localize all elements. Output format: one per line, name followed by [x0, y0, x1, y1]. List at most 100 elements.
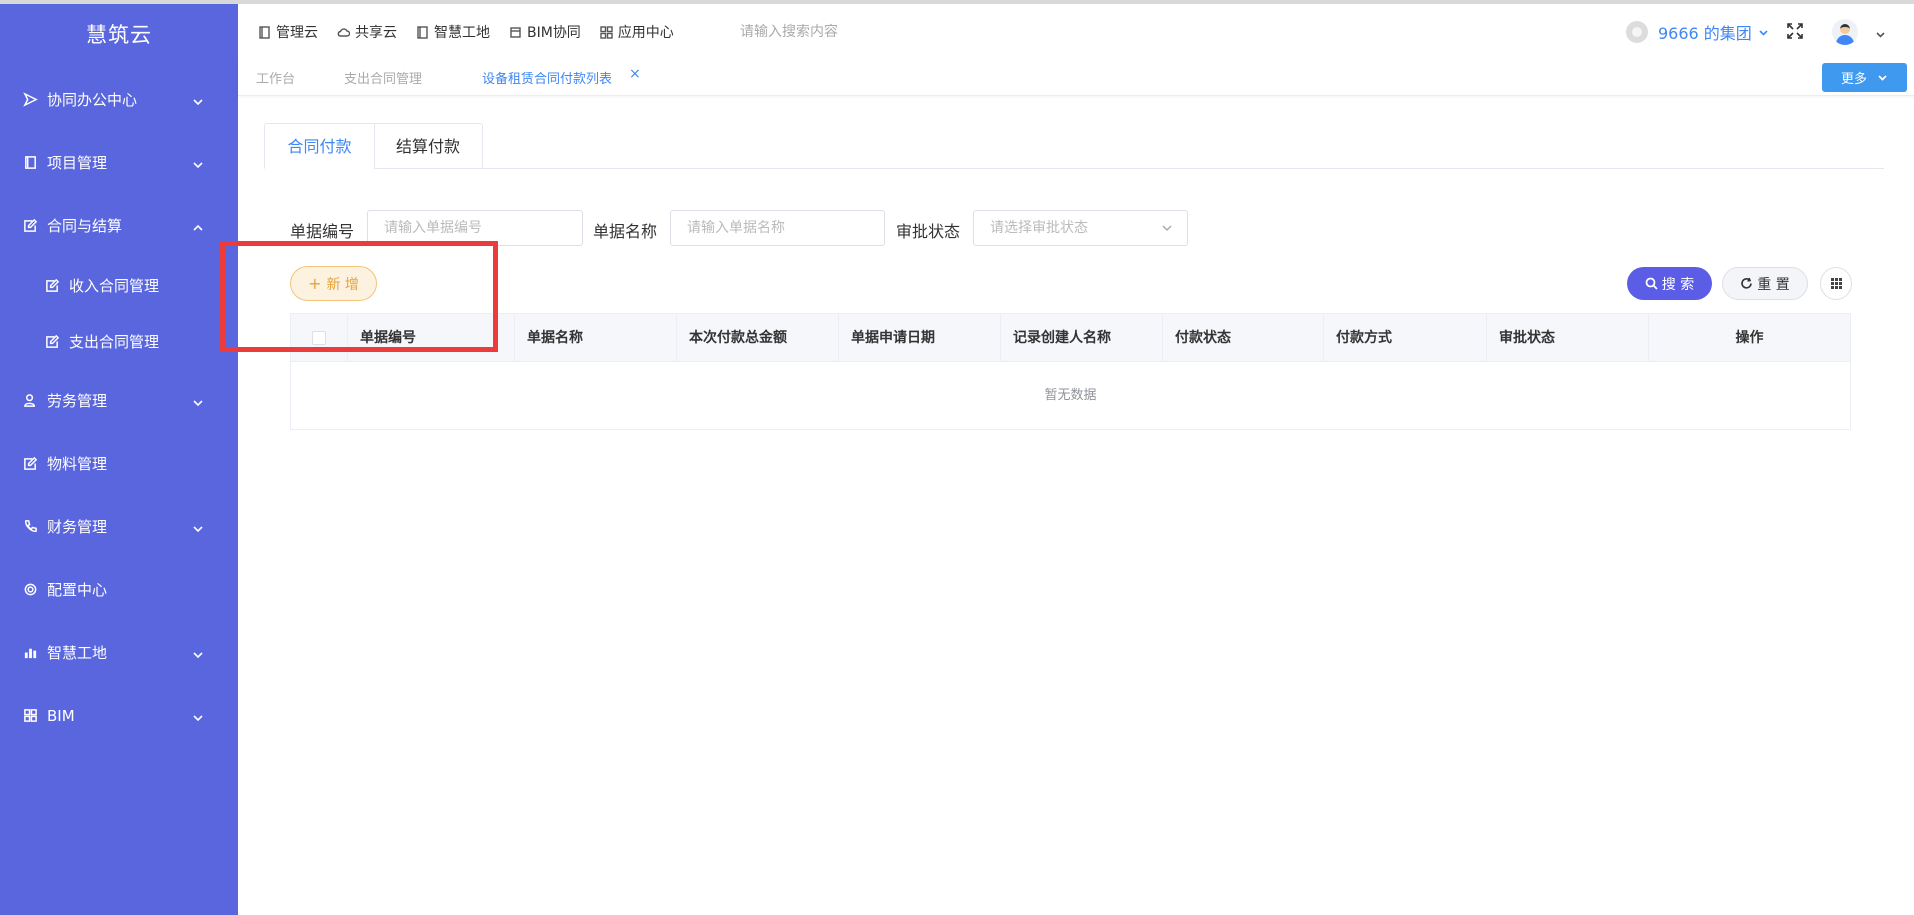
chevron-down-icon — [1759, 29, 1768, 36]
sidebar: 慧筑云 协同办公中心 项目管理 合同与结算 收入合同管理 支出合同管理 劳务管理 — [0, 4, 238, 915]
chevron-down-icon — [192, 521, 204, 533]
chevron-up-icon — [192, 220, 204, 232]
column-header-payment-amount[interactable]: 本次付款总金额 — [677, 314, 839, 362]
search-button[interactable]: 搜 索 — [1627, 267, 1712, 300]
tag-expense-contract[interactable]: 支出合同管理 — [344, 68, 422, 87]
sidebar-item-label: 物料管理 — [47, 455, 108, 473]
sidebar-item-label: 财务管理 — [47, 518, 108, 536]
sidebar-item-label: 协同办公中心 — [47, 91, 138, 109]
phone-icon — [22, 519, 38, 535]
filter-label-doc-number: 单据编号 — [290, 222, 355, 241]
top-nav: 管理云 共享云 智慧工地 BIM协同 应用中心 — [258, 4, 693, 60]
sidebar-nav: 协同办公中心 项目管理 合同与结算 收入合同管理 支出合同管理 劳务管理 物料管… — [0, 68, 238, 747]
send-icon — [22, 92, 38, 108]
grid-icon — [22, 708, 38, 724]
user-avatar[interactable] — [1832, 19, 1858, 45]
search-icon — [1645, 277, 1658, 290]
column-header-doc-name[interactable]: 单据名称 — [515, 314, 677, 362]
search-button-label: 搜 索 — [1661, 276, 1695, 293]
tags-view-bar: 工作台 支出合同管理 设备租赁合同付款列表 × 更多 — [238, 60, 1914, 96]
filter-label-approval-status: 审批状态 — [896, 222, 961, 241]
table-header-select — [291, 314, 348, 362]
doc-name-input[interactable] — [670, 210, 885, 246]
chevron-down-icon — [192, 395, 204, 407]
top-header: 管理云 共享云 智慧工地 BIM协同 应用中心 9666 的集团 — [238, 4, 1914, 60]
sidebar-item-income-contract[interactable]: 收入合同管理 — [0, 257, 238, 313]
sidebar-item-smart-site[interactable]: 智慧工地 — [0, 621, 238, 684]
org-switcher[interactable]: 9666 的集团 — [1626, 20, 1769, 44]
tag-equipment-lease-payment[interactable]: 设备租赁合同付款列表 — [482, 68, 612, 87]
topnav-management-cloud[interactable]: 管理云 — [258, 22, 318, 42]
tab-settlement-payment[interactable]: 结算付款 — [374, 123, 483, 169]
sidebar-item-label: BIM — [47, 706, 75, 725]
column-header-approval-status[interactable]: 审批状态 — [1487, 314, 1649, 362]
box-icon — [510, 26, 521, 38]
close-icon[interactable]: × — [629, 66, 641, 82]
topnav-shared-cloud[interactable]: 共享云 — [337, 22, 397, 42]
sidebar-item-label: 合同与结算 — [47, 217, 123, 235]
column-header-apply-date[interactable]: 单据申请日期 — [839, 314, 1001, 362]
grid-icon — [600, 25, 613, 39]
global-search-input[interactable] — [740, 20, 960, 44]
sidebar-item-label: 配置中心 — [47, 581, 108, 599]
avatar-head — [1840, 24, 1850, 34]
payment-table: 单据编号 单据名称 本次付款总金额 单据申请日期 记录创建人名称 付款状态 付款… — [290, 313, 1851, 430]
column-settings-button[interactable] — [1820, 267, 1852, 300]
topnav-bim-collab[interactable]: BIM协同 — [509, 22, 581, 42]
column-header-doc-number[interactable]: 单据编号 — [348, 314, 515, 362]
topnav-label: 智慧工地 — [434, 25, 490, 41]
sidebar-item-contract-settlement[interactable]: 合同与结算 — [0, 194, 238, 257]
column-header-payment-status[interactable]: 付款状态 — [1163, 314, 1324, 362]
more-button[interactable]: 更多 — [1822, 63, 1907, 92]
bar-chart-icon — [22, 645, 38, 661]
sidebar-item-label: 智慧工地 — [47, 644, 108, 662]
chevron-down-icon[interactable] — [1875, 28, 1886, 39]
topnav-label: 管理云 — [276, 25, 318, 41]
sidebar-item-config-center[interactable]: 配置中心 — [0, 558, 238, 621]
plus-icon: + — [308, 274, 322, 293]
add-button[interactable]: + 新 增 — [290, 266, 377, 301]
edit-icon — [22, 456, 38, 472]
column-header-creator[interactable]: 记录创建人名称 — [1001, 314, 1163, 362]
reset-button-label: 重 置 — [1757, 276, 1790, 293]
reset-button[interactable]: 重 置 — [1722, 267, 1808, 300]
sidebar-item-bim[interactable]: BIM — [0, 684, 238, 747]
sidebar-item-label: 项目管理 — [47, 154, 108, 172]
grid-icon — [1830, 278, 1842, 289]
document-icon — [417, 25, 428, 39]
document-icon — [259, 25, 270, 39]
worker-icon — [22, 393, 38, 409]
approval-status-select[interactable] — [973, 210, 1188, 246]
avatar-body — [1836, 35, 1854, 45]
chevron-down-icon — [192, 157, 204, 169]
sidebar-item-collab-office[interactable]: 协同办公中心 — [0, 68, 238, 131]
payment-tabs: 合同付款 结算付款 — [264, 123, 1884, 169]
sidebar-item-label: 收入合同管理 — [69, 276, 160, 295]
more-button-label: 更多 — [1840, 72, 1867, 87]
topnav-smart-site[interactable]: 智慧工地 — [416, 22, 490, 42]
column-header-payment-method[interactable]: 付款方式 — [1324, 314, 1487, 362]
gear-icon — [22, 582, 38, 598]
topnav-app-center[interactable]: 应用中心 — [600, 22, 674, 42]
sidebar-item-expense-contract[interactable]: 支出合同管理 — [0, 313, 238, 369]
chevron-down-icon — [192, 710, 204, 722]
topnav-label: 共享云 — [355, 25, 397, 41]
table-header: 单据编号 单据名称 本次付款总金额 单据申请日期 记录创建人名称 付款状态 付款… — [291, 314, 1850, 362]
chevron-down-icon — [1878, 75, 1887, 81]
tab-contract-payment[interactable]: 合同付款 — [264, 123, 375, 169]
edit-icon — [22, 218, 38, 234]
sidebar-item-labor-management[interactable]: 劳务管理 — [0, 369, 238, 432]
org-name: 9666 的集团 — [1658, 24, 1752, 43]
chevron-down-icon — [192, 647, 204, 659]
column-header-actions: 操作 — [1735, 330, 1764, 346]
tag-workbench[interactable]: 工作台 — [256, 68, 295, 87]
sidebar-item-project-management[interactable]: 项目管理 — [0, 131, 238, 194]
cloud-icon — [337, 27, 350, 37]
doc-number-input[interactable] — [367, 210, 583, 246]
brand-logo-text: 慧筑云 — [86, 23, 152, 47]
filter-label-doc-name: 单据名称 — [593, 222, 658, 241]
select-all-checkbox[interactable] — [312, 331, 326, 345]
sidebar-item-finance-management[interactable]: 财务管理 — [0, 495, 238, 558]
fullscreen-icon[interactable] — [1786, 22, 1804, 40]
sidebar-item-material-management[interactable]: 物料管理 — [0, 432, 238, 495]
